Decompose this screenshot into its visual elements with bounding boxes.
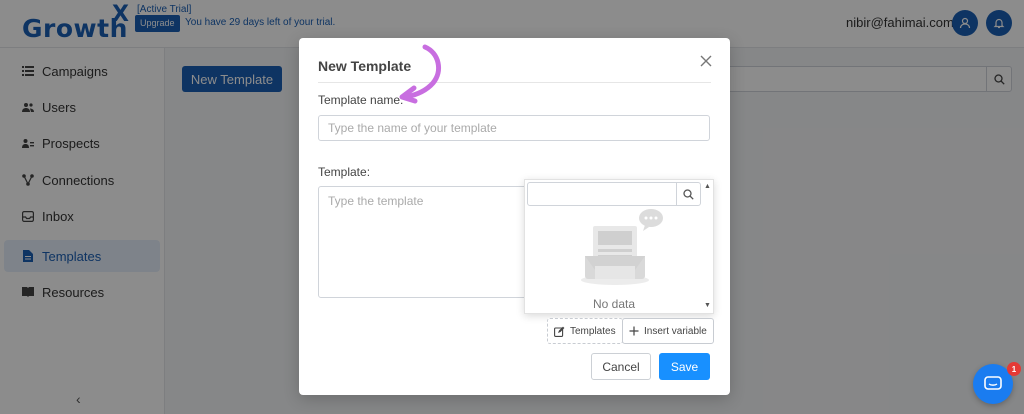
empty-inbox-illustration bbox=[581, 209, 663, 285]
insert-variable-button[interactable]: Insert variable bbox=[622, 318, 714, 344]
edit-icon bbox=[554, 326, 565, 337]
chat-icon bbox=[984, 376, 1002, 390]
templates-button[interactable]: Templates bbox=[547, 318, 623, 344]
save-button[interactable]: Save bbox=[659, 353, 710, 380]
search-icon bbox=[683, 188, 694, 200]
scroll-up-arrow-icon[interactable]: ▲ bbox=[704, 183, 711, 190]
templates-dropdown: ▲ ▼ No data bbox=[524, 179, 714, 314]
template-name-input[interactable] bbox=[318, 115, 710, 141]
template-body-label: Template: bbox=[318, 165, 371, 179]
templates-button-label: Templates bbox=[570, 325, 616, 337]
chat-unread-badge: 1 bbox=[1007, 362, 1021, 376]
dropdown-search-input[interactable] bbox=[527, 182, 677, 206]
modal-divider bbox=[318, 82, 711, 83]
dropdown-scrollbar[interactable]: ▲ ▼ bbox=[703, 182, 713, 313]
annotation-arrow-icon bbox=[399, 44, 442, 104]
empty-state-text: No data bbox=[592, 297, 636, 311]
new-template-modal: New Template Template name: Template: ▲ … bbox=[299, 38, 730, 395]
scroll-down-arrow-icon[interactable]: ▼ bbox=[704, 302, 711, 309]
close-icon[interactable] bbox=[699, 54, 713, 68]
template-name-label: Template name: bbox=[318, 93, 404, 107]
plus-icon bbox=[629, 326, 639, 336]
insert-variable-label: Insert variable bbox=[644, 325, 707, 337]
cancel-button[interactable]: Cancel bbox=[591, 353, 651, 380]
dropdown-search-button[interactable] bbox=[676, 182, 701, 206]
